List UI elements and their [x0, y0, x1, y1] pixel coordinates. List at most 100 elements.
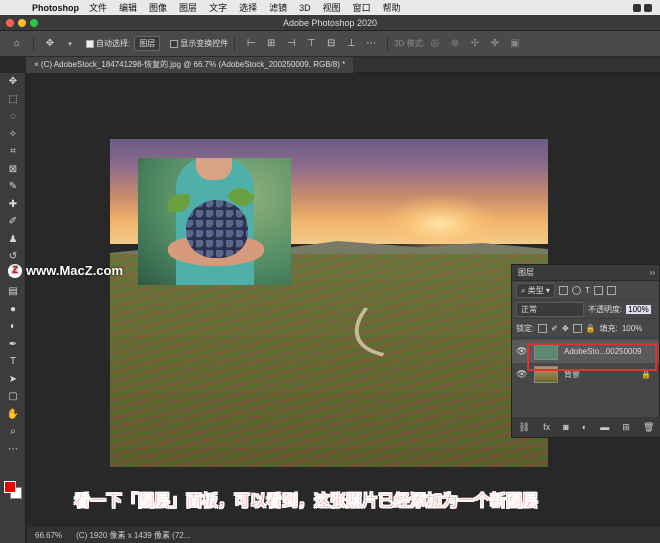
- document-info[interactable]: (C) 1920 像素 x 1439 像素 (72...: [76, 530, 190, 541]
- crop-tool-icon[interactable]: ⌗: [0, 143, 26, 161]
- menu-window[interactable]: 窗口: [353, 1, 371, 14]
- align-vcenter-icon[interactable]: ⊟: [324, 37, 338, 51]
- menu-file[interactable]: 文件: [89, 1, 107, 14]
- align-top-icon[interactable]: ⊤: [304, 37, 318, 51]
- rectangle-tool-icon[interactable]: ▢: [0, 388, 26, 406]
- layers-panel-header: 图层 ››: [512, 265, 659, 281]
- tab-label: (C) AdobeStock_184741298-恢复的.jpg @ 66.7%…: [40, 60, 346, 69]
- lock-transparent-icon[interactable]: [538, 323, 548, 333]
- blend-mode-dropdown[interactable]: 正常: [516, 301, 584, 317]
- gradient-tool-icon[interactable]: ▤: [0, 283, 26, 301]
- show-transform-checkbox[interactable]: [170, 39, 179, 48]
- filter-pixel-icon[interactable]: [558, 285, 568, 295]
- type-tool-icon[interactable]: T: [0, 353, 26, 371]
- watermark-logo-icon: Z: [8, 263, 22, 278]
- brush-tool-icon[interactable]: ✐: [0, 213, 26, 231]
- status-bar: 66.67% (C) 1920 像素 x 1439 像素 (72...: [27, 527, 660, 543]
- auto-select-label: 自动选择:: [96, 39, 131, 48]
- align-left-icon[interactable]: ⊢: [244, 37, 258, 51]
- 3d-pan-icon[interactable]: ✣: [468, 37, 482, 51]
- filter-type-icon[interactable]: T: [585, 286, 590, 295]
- grape-bunch: [186, 200, 248, 258]
- hand-tool-icon[interactable]: ✋: [0, 406, 26, 424]
- filter-kind-dropdown[interactable]: ⌕ 类型 ▾: [516, 282, 555, 298]
- layer-highlight-box: [527, 343, 657, 371]
- layer-lock-icon: 🔒: [641, 370, 651, 379]
- opacity-input[interactable]: 100%: [626, 304, 651, 314]
- foreground-color-swatch-top[interactable]: [4, 481, 16, 493]
- auto-select-dropdown[interactable]: 图层: [134, 36, 161, 51]
- dodge-tool-icon[interactable]: ◐: [0, 318, 26, 336]
- 3d-roll-icon[interactable]: ⊛: [448, 37, 462, 51]
- 3d-scale-icon[interactable]: ▣: [508, 37, 522, 51]
- link-icon[interactable]: ⛓: [519, 422, 530, 433]
- 3d-slide-icon[interactable]: ✤: [488, 37, 502, 51]
- lock-image-icon[interactable]: ✐: [551, 324, 558, 333]
- filter-smart-icon[interactable]: [606, 285, 616, 295]
- folder-icon[interactable]: ▬: [600, 422, 609, 432]
- filter-row: ⌕ 类型 ▾ T: [512, 281, 659, 300]
- lock-all-icon[interactable]: 🔒: [586, 324, 596, 333]
- collapse-icon[interactable]: ››: [650, 268, 655, 277]
- fx-icon[interactable]: fx: [543, 422, 550, 432]
- menu-filter[interactable]: 滤镜: [269, 1, 287, 14]
- filter-adjustment-icon[interactable]: [571, 285, 581, 295]
- more-icon[interactable]: ⋯: [364, 37, 378, 51]
- filter-shape-icon[interactable]: [593, 285, 603, 295]
- menu-image[interactable]: 图像: [149, 1, 167, 14]
- grapes-photo-layer[interactable]: [138, 158, 291, 285]
- lock-label: 锁定:: [516, 323, 535, 333]
- divider: [33, 36, 34, 51]
- pen-tool-icon[interactable]: ✒: [0, 336, 26, 354]
- minimize-window-button[interactable]: [18, 19, 26, 27]
- layers-panel-title[interactable]: 图层: [518, 267, 534, 278]
- blend-row: 正常 不透明度: 100%: [512, 300, 659, 319]
- menu-app-name[interactable]: Photoshop: [32, 3, 79, 13]
- mask-icon[interactable]: ◙: [563, 422, 568, 432]
- divider: [387, 36, 389, 51]
- healing-tool-icon[interactable]: ✚: [0, 196, 26, 214]
- move-tool-icon[interactable]: ✥: [0, 73, 26, 91]
- blend-mode-value: 正常: [521, 304, 537, 314]
- menu-type[interactable]: 文字: [209, 1, 227, 14]
- magic-wand-tool-icon[interactable]: ✧: [0, 126, 26, 144]
- trash-icon[interactable]: 🗑: [643, 422, 654, 433]
- lock-position-icon[interactable]: ✥: [562, 324, 569, 333]
- zoom-window-button[interactable]: [30, 19, 38, 27]
- adjustment-icon[interactable]: ◐: [582, 422, 587, 432]
- menu-help[interactable]: 帮助: [383, 1, 401, 14]
- document-tab[interactable]: × (C) AdobeStock_184741298-恢复的.jpg @ 66.…: [26, 57, 354, 73]
- fill-input[interactable]: 100%: [622, 324, 642, 333]
- zoom-level[interactable]: 66.67%: [35, 531, 62, 540]
- lasso-tool-icon[interactable]: ◌: [0, 108, 26, 126]
- show-transform-label: 显示变换控件: [180, 39, 229, 48]
- eyedropper-tool-icon[interactable]: ✎: [0, 178, 26, 196]
- align-hcenter-icon[interactable]: ⊞: [264, 37, 278, 51]
- tools-panel: ✥ ⬚ ◌ ✧ ⌗ ⊠ ✎ ✚ ✐ ♟ ↺ ▭ ▤ ● ◐ ✒ T ➤ ▢ ✋ …: [0, 73, 26, 543]
- align-bottom-icon[interactable]: ⊥: [344, 37, 358, 51]
- fill-label: 填充:: [599, 323, 618, 333]
- new-layer-icon[interactable]: ⊞: [622, 422, 630, 433]
- 3d-rotate-icon[interactable]: ◎: [428, 37, 442, 51]
- blur-tool-icon[interactable]: ●: [0, 301, 26, 319]
- more-tools-icon[interactable]: ⋯: [0, 441, 26, 459]
- menu-edit[interactable]: 编辑: [119, 1, 137, 14]
- chevron-down-icon[interactable]: ▾: [63, 37, 77, 51]
- close-window-button[interactable]: [6, 19, 14, 27]
- stamp-tool-icon[interactable]: ♟: [0, 231, 26, 249]
- menu-3d[interactable]: 3D: [299, 3, 311, 13]
- frame-tool-icon[interactable]: ⊠: [0, 161, 26, 179]
- menu-layer[interactable]: 图层: [179, 1, 197, 14]
- home-icon[interactable]: ⌂: [10, 37, 24, 51]
- lock-artboard-icon[interactable]: [572, 323, 582, 333]
- document-tab-bar: × (C) AdobeStock_184741298-恢复的.jpg @ 66.…: [26, 57, 660, 73]
- marquee-tool-icon[interactable]: ⬚: [0, 91, 26, 109]
- align-right-icon[interactable]: ⊣: [284, 37, 298, 51]
- path-select-tool-icon[interactable]: ➤: [0, 371, 26, 389]
- move-icon[interactable]: ✥: [43, 37, 57, 51]
- menu-view[interactable]: 视图: [323, 1, 341, 14]
- close-icon[interactable]: ×: [34, 60, 41, 69]
- menu-select[interactable]: 选择: [239, 1, 257, 14]
- zoom-tool-icon[interactable]: ⌕: [0, 423, 26, 441]
- auto-select-checkbox[interactable]: [86, 39, 94, 48]
